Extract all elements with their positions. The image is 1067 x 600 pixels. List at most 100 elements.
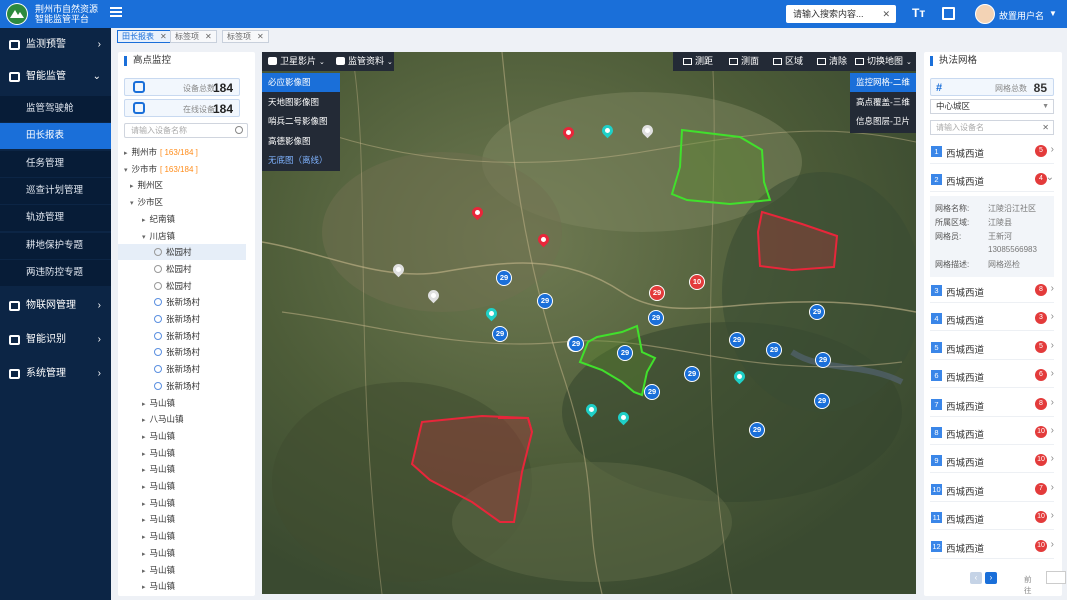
chevron-down-icon[interactable]: ▼ bbox=[1042, 100, 1049, 113]
tree-node[interactable]: 张新场村 bbox=[118, 294, 246, 310]
grid-search-input[interactable]: 请输入设备名 ✕ bbox=[930, 120, 1054, 135]
sidebar-item[interactable]: 巡查计划管理 bbox=[0, 177, 111, 204]
avatar[interactable] bbox=[975, 4, 995, 24]
map-cluster-badge[interactable]: 29 bbox=[815, 352, 831, 368]
basemap-option[interactable]: 无底图（离线） bbox=[262, 151, 340, 170]
chevron-right-icon[interactable]: › bbox=[1051, 368, 1054, 379]
sidebar-group-2[interactable]: 智能监管 ⌄ bbox=[0, 64, 111, 90]
caret-right-icon[interactable]: ▸ bbox=[130, 183, 134, 190]
caret-right-icon[interactable]: ▸ bbox=[142, 434, 146, 441]
map-toolbar-button[interactable]: 清除 bbox=[813, 52, 847, 71]
tab-item[interactable]: 标签项 ✕ bbox=[170, 30, 217, 43]
fullscreen-icon[interactable] bbox=[942, 7, 955, 20]
map-cluster-badge[interactable]: 29 bbox=[648, 310, 664, 326]
map-toolbar-button[interactable]: 区域 bbox=[769, 52, 803, 71]
chevron-right-icon[interactable]: › bbox=[98, 361, 101, 387]
sidebar-group-3[interactable]: 物联网管理 › bbox=[0, 293, 111, 319]
tree-node[interactable]: ▸ 马山镇 bbox=[118, 495, 246, 511]
tree-node[interactable]: ▸ 荆州区 bbox=[118, 177, 246, 193]
map-cluster-badge[interactable]: 29 bbox=[749, 422, 765, 438]
tree-node[interactable]: 张新场村 bbox=[118, 361, 246, 377]
tree-node[interactable]: 松园村 bbox=[118, 278, 246, 294]
grid-list-item[interactable]: 1 西城西道 5 › bbox=[930, 140, 1054, 164]
tree-node[interactable]: 张新场村 bbox=[118, 378, 246, 394]
tree-node[interactable]: 松园村 bbox=[118, 244, 246, 261]
map-mode-option[interactable]: 信息图层-卫片 bbox=[850, 112, 916, 131]
tree-node[interactable]: ▾ 川店镇 bbox=[118, 228, 246, 244]
tree-node[interactable]: ▸ 马山镇 bbox=[118, 395, 246, 411]
map-cluster-badge[interactable]: 29 bbox=[649, 285, 665, 301]
tree-node[interactable]: ▾ 沙市区 bbox=[118, 194, 246, 210]
chevron-right-icon[interactable]: › bbox=[1051, 510, 1054, 521]
tree-node[interactable]: ▸ 荆州市[ 163/184 ] bbox=[118, 144, 246, 160]
chevron-right-icon[interactable]: › bbox=[1051, 453, 1054, 464]
grid-list-item[interactable]: 10 西城西道 7 › bbox=[930, 478, 1054, 502]
map-mode-option[interactable]: 监控网格-二维 bbox=[850, 73, 916, 92]
caret-down-icon[interactable]: ▾ bbox=[130, 200, 134, 207]
caret-right-icon[interactable]: ▸ bbox=[142, 501, 146, 508]
grid-list-item[interactable]: 7 西城西道 8 › bbox=[930, 393, 1054, 417]
grid-list-item[interactable]: 11 西城西道 10 › bbox=[930, 506, 1054, 531]
username[interactable]: 故置用户名 bbox=[999, 9, 1044, 22]
map-cluster-badge[interactable]: 29 bbox=[729, 332, 745, 348]
map-cluster-badge[interactable]: 29 bbox=[496, 270, 512, 286]
tree-node[interactable]: ▸ 马山镇 bbox=[118, 528, 246, 544]
caret-right-icon[interactable]: ▸ bbox=[142, 417, 146, 424]
basemap-option[interactable]: 高德影像图 bbox=[262, 132, 340, 151]
tree-node[interactable]: ▸ 马山镇 bbox=[118, 428, 246, 444]
caret-right-icon[interactable]: ▸ bbox=[142, 584, 146, 591]
basemap-option[interactable]: 必应影像图 bbox=[262, 73, 340, 92]
region-select[interactable]: 中心城区 ▼ bbox=[930, 99, 1054, 114]
tree-node[interactable]: 张新场村 bbox=[118, 328, 246, 344]
chevron-right-icon[interactable]: › bbox=[98, 327, 101, 353]
tree-node[interactable]: ▸ 马山镇 bbox=[118, 461, 246, 477]
chevron-right-icon[interactable]: › bbox=[1051, 539, 1054, 550]
search-icon[interactable] bbox=[235, 126, 243, 134]
close-icon[interactable]: ✕ bbox=[882, 5, 890, 23]
chevron-down-icon[interactable]: ⌄ bbox=[1046, 172, 1054, 183]
map-mode-option[interactable]: 高点覆盖-三维 bbox=[850, 93, 916, 112]
close-icon[interactable]: ✕ bbox=[160, 32, 167, 41]
map-cluster-badge[interactable]: 29 bbox=[766, 342, 782, 358]
chevron-right-icon[interactable]: › bbox=[1051, 397, 1054, 408]
caret-right-icon[interactable]: ▸ bbox=[142, 467, 146, 474]
caret-right-icon[interactable]: ▸ bbox=[142, 568, 146, 575]
map-cluster-badge[interactable]: 29 bbox=[644, 384, 660, 400]
map-toolbar-button[interactable]: 切换地图 ⌄ bbox=[851, 52, 912, 71]
caret-right-icon[interactable]: ▸ bbox=[142, 551, 146, 558]
caret-right-icon[interactable]: ▸ bbox=[142, 401, 146, 408]
tree-node[interactable]: ▸ 马山镇 bbox=[118, 511, 246, 527]
chevron-right-icon[interactable]: › bbox=[1051, 144, 1054, 155]
grid-list-item[interactable]: 12 西城西道 10 › bbox=[930, 535, 1054, 559]
tree-node[interactable]: 张新场村 bbox=[118, 344, 246, 360]
device-search-input[interactable]: 请输入设备名称 bbox=[124, 123, 248, 138]
next-page-button[interactable]: › bbox=[985, 572, 997, 584]
tab-item[interactable]: 田长报表 ✕ bbox=[117, 30, 172, 43]
map-toolbar-button[interactable]: 测距 bbox=[679, 52, 713, 71]
tab-item[interactable]: 标签项 ✕ bbox=[222, 30, 269, 43]
grid-list-item[interactable]: 5 西城西道 5 › bbox=[930, 336, 1054, 360]
map-cluster-badge[interactable]: 10 bbox=[689, 274, 705, 290]
sidebar-group-1[interactable]: 监测预警 › bbox=[0, 32, 111, 58]
sidebar-group-4[interactable]: 智能识别 › bbox=[0, 327, 111, 353]
tree-node[interactable]: ▸ 马山镇 bbox=[118, 478, 246, 494]
chevron-right-icon[interactable]: › bbox=[1051, 482, 1054, 493]
tree-node[interactable]: ▸ 马山镇 bbox=[118, 578, 246, 594]
map-view[interactable]: 卫星影片 ⌄ 监管资料 ⌄ 测距 测面 区域 清除 切换地图 ⌄ 必应影像图 天地图影像图 哨兵二号… bbox=[262, 52, 916, 594]
map-cluster-badge[interactable]: 29 bbox=[809, 304, 825, 320]
sidebar-group-5[interactable]: 系统管理 › bbox=[0, 361, 111, 387]
chevron-right-icon[interactable]: › bbox=[1051, 425, 1054, 436]
tree-node[interactable]: ▸ 马山镇 bbox=[118, 545, 246, 561]
chevron-down-icon[interactable]: ▼ bbox=[1049, 9, 1057, 18]
map-cluster-badge[interactable]: 29 bbox=[492, 326, 508, 342]
tree-node[interactable]: 张新场村 bbox=[118, 311, 246, 327]
map-toolbar-button[interactable]: 监管资料 ⌄ bbox=[332, 52, 393, 71]
sidebar-item[interactable]: 田长报表 bbox=[0, 123, 111, 150]
tree-node[interactable]: ▸ 纪南镇 bbox=[118, 211, 246, 227]
chevron-right-icon[interactable]: › bbox=[1051, 340, 1054, 351]
chevron-right-icon[interactable]: › bbox=[1051, 311, 1054, 322]
basemap-option[interactable]: 哨兵二号影像图 bbox=[262, 112, 340, 131]
close-icon[interactable]: ✕ bbox=[257, 32, 264, 41]
grid-list-item[interactable]: 3 西城西道 8 › bbox=[930, 279, 1054, 303]
chevron-right-icon[interactable]: › bbox=[1051, 283, 1054, 294]
